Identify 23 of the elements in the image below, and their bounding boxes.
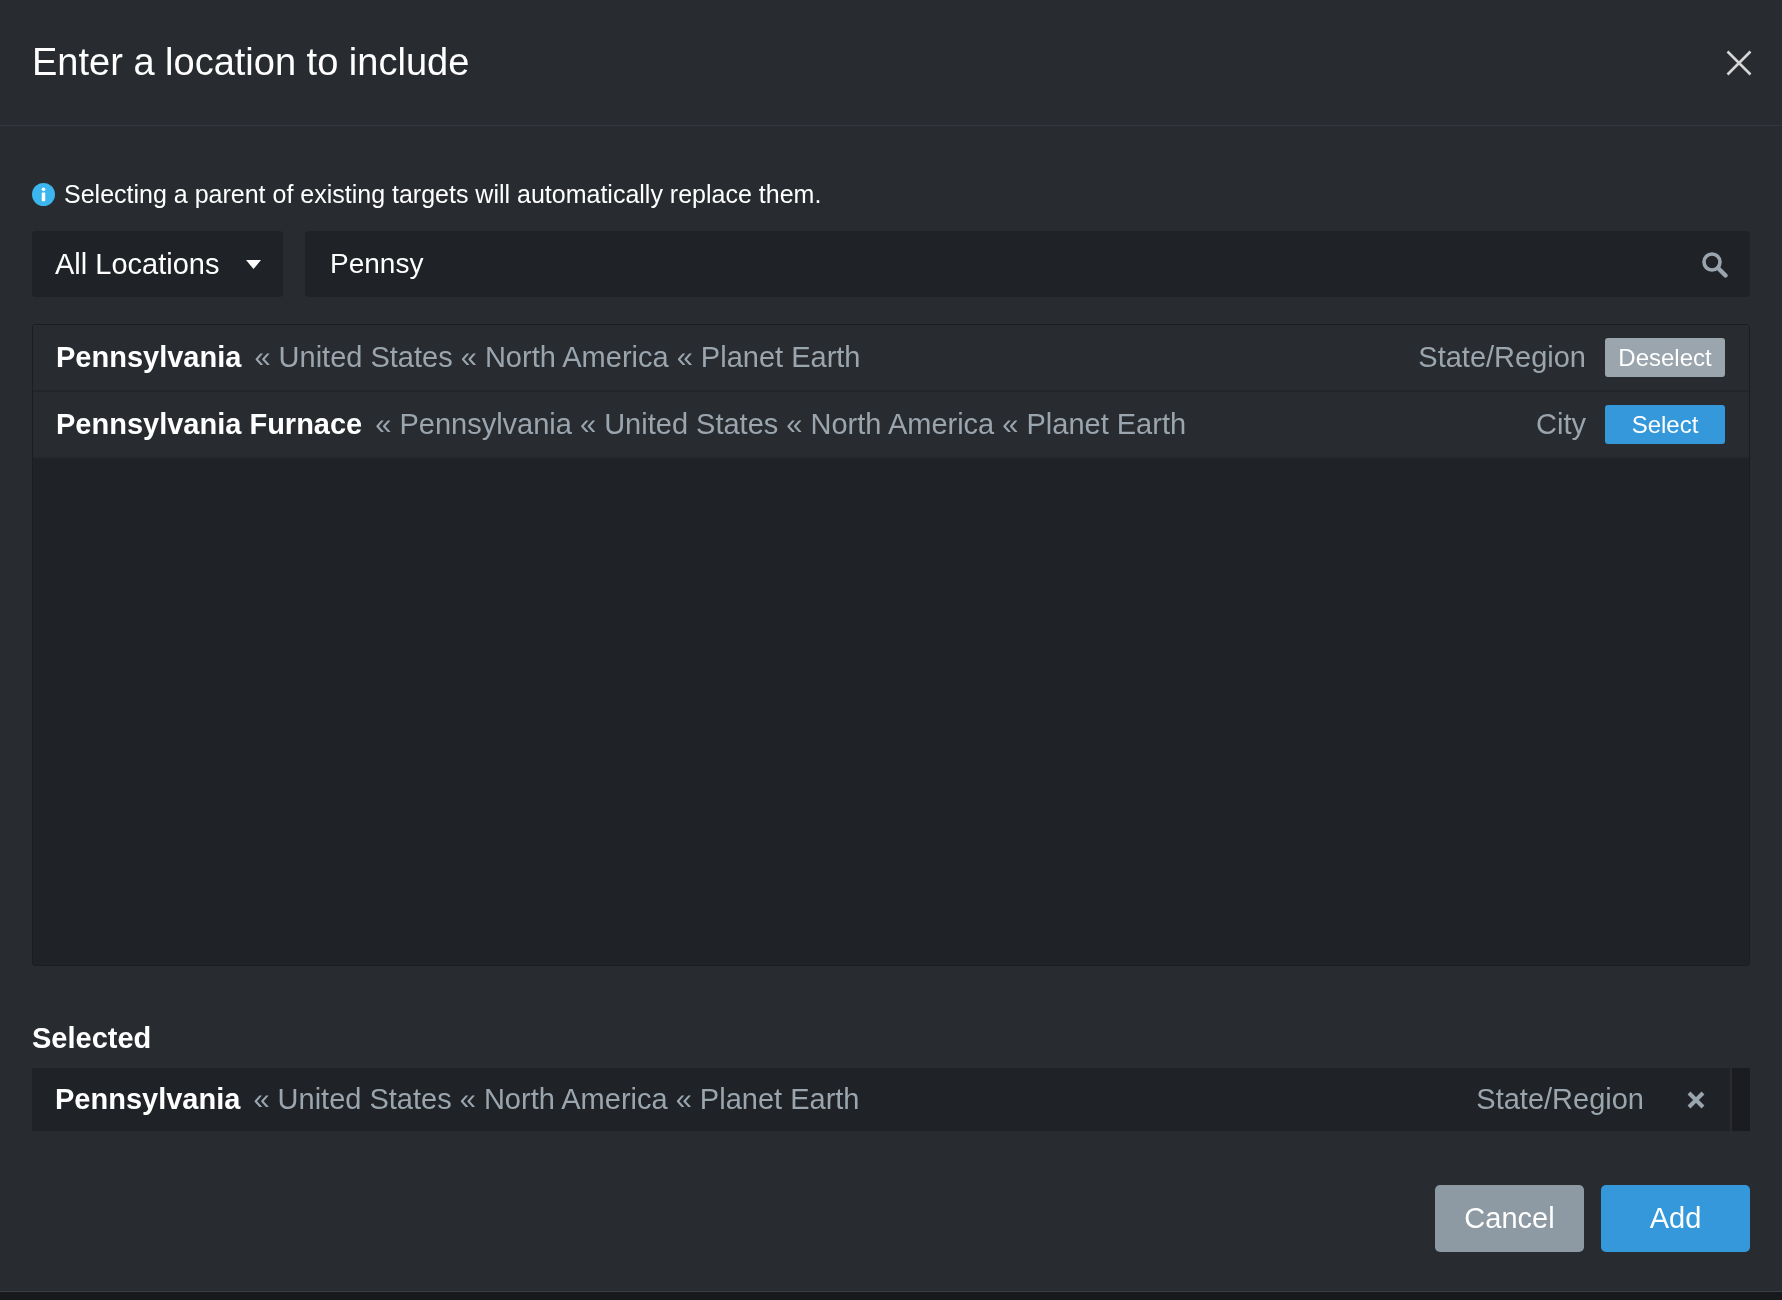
section-heading: Selected xyxy=(32,1021,152,1055)
dialog-title: Enter a location to include xyxy=(32,41,470,84)
notice-text: Selecting a parent of existing targets will automatically replace them. xyxy=(64,179,822,210)
deselect-button[interactable]: Deselect xyxy=(1605,338,1725,377)
x-icon[interactable] xyxy=(1687,1090,1705,1109)
cancel-button[interactable]: Cancel xyxy=(1435,1185,1584,1252)
location-type: State/Region xyxy=(1476,1083,1644,1116)
close-icon[interactable] xyxy=(1726,49,1752,76)
search-field[interactable]: Pennsy xyxy=(305,231,1750,297)
breadcrumb-path: « Pennsylvania « United States « North America « Planet Earth xyxy=(375,408,1187,441)
breadcrumb-path: « United States « North America « Planet Earth xyxy=(253,1083,860,1116)
breadcrumb-path: « United States « North America « Planet Earth xyxy=(254,341,861,374)
add-button[interactable]: Add xyxy=(1601,1185,1750,1252)
search-icon[interactable] xyxy=(1701,251,1728,278)
location-name: Pennsylvania xyxy=(55,1083,241,1116)
location-name: Pennsylvania xyxy=(56,341,242,374)
location-name: Pennsylvania Furnace xyxy=(56,408,363,441)
location-type: State/Region xyxy=(1418,341,1586,374)
caret-icon xyxy=(246,259,261,269)
select-button[interactable]: Select xyxy=(1605,405,1725,444)
location-type: City xyxy=(1536,408,1586,441)
info-icon xyxy=(32,182,55,206)
location-dropdown[interactable]: All Locations xyxy=(32,231,283,297)
